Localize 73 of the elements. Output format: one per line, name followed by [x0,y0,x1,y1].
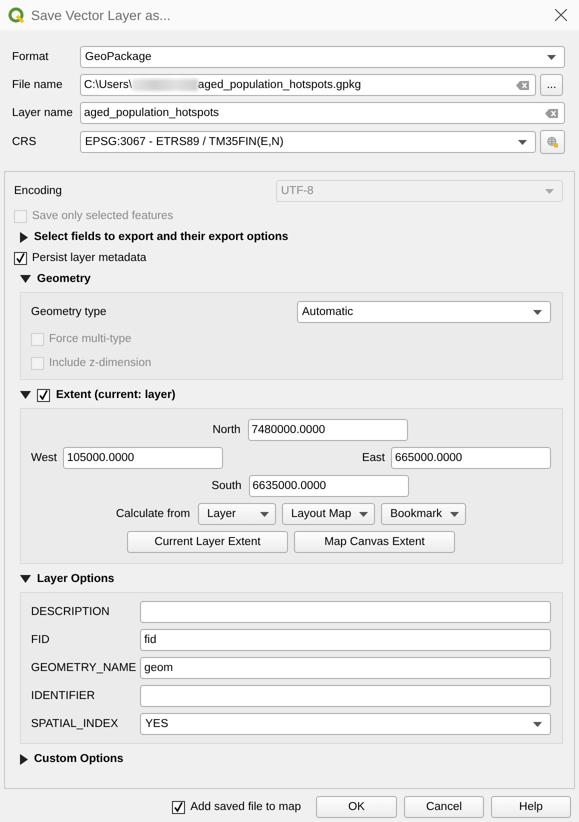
field-label: CRS [12,136,38,148]
section-title[interactable]: Geometry [37,273,91,285]
field-label: FID [31,634,51,646]
app-logo-icon [8,6,25,24]
section-title[interactable]: Select fields to export and their export options [34,231,288,243]
field-label: IDENTIFIER [31,690,96,702]
option-field[interactable]: fid [140,629,551,651]
caret-icon [533,722,542,726]
option-field[interactable] [140,601,551,623]
field-label: North [212,424,241,436]
checkbox[interactable] [14,252,27,264]
field-label: Format [12,51,50,63]
checkbox-label: Save only selected features [32,210,174,222]
caret-icon [450,512,460,516]
caret-icon [545,188,554,194]
checkbox[interactable] [37,388,50,402]
crs-selector-button[interactable] [540,130,565,154]
section-title[interactable]: Extent (current: layer) [56,389,176,401]
checkbox-label: Force multi-type [49,333,132,345]
clear-icon[interactable] [516,80,529,90]
globe-icon [547,134,558,150]
file-name-field[interactable]: C:\Users\ aged_population_hotspots.gpkg [80,74,536,96]
caret-icon [533,310,542,314]
format-dropdown[interactable]: GeoPackage [80,46,565,68]
field-label: West [31,452,57,464]
field-label: Layer name [12,107,74,119]
calculate-from-dropdown[interactable]: Layout Map [282,503,376,525]
expanded-triangle-icon[interactable] [20,575,31,583]
dialog-button[interactable]: Cancel [404,796,484,818]
option-field[interactable]: geom [140,657,551,679]
geometry-type-dropdown[interactable]: Automatic [297,301,551,323]
crs-dropdown[interactable]: EPSG:3067 - ETRS89 / TM35FIN(E,N) [80,131,536,153]
checkbox-label: Include z-dimension [49,357,152,369]
dialog-button[interactable]: Help [491,796,571,818]
field-label: East [362,452,385,464]
checkbox-label: Add saved file to map [190,801,301,813]
option-dropdown[interactable]: YES [140,713,551,735]
south-field[interactable]: 6635000.0000 [248,475,409,497]
caret-icon [359,512,368,516]
field-label: Calculate from [116,508,190,520]
close-icon[interactable] [555,9,567,21]
field-label: SPATIAL_INDEX [31,718,120,730]
checkbox[interactable] [172,800,186,814]
north-field[interactable]: 7480000.0000 [248,419,408,441]
collapsed-triangle-icon[interactable] [20,754,28,764]
calculate-from-dropdown[interactable]: Bookmark [381,503,466,525]
field-label: Geometry type [31,306,108,318]
caret-icon [518,140,527,144]
redacted-text [132,79,198,91]
collapsed-triangle-icon[interactable] [20,232,28,242]
field-label: DESCRIPTION [31,606,111,618]
window-title: Save Vector Layer as... [31,8,172,22]
checkbox-label: Persist layer metadata [32,252,146,264]
caret-icon [260,512,270,516]
dialog-button[interactable]: OK [316,796,397,818]
field-label: GEOMETRY_NAME [31,662,136,674]
west-field[interactable]: 105000.0000 [63,447,223,469]
calculate-from-dropdown[interactable]: Layer [198,503,276,525]
east-field[interactable]: 665000.0000 [391,447,551,469]
extent-button[interactable]: Map Canvas Extent [294,531,455,553]
section-title[interactable]: Layer Options [37,573,114,585]
extent-button[interactable]: Current Layer Extent [127,531,288,553]
expanded-triangle-icon[interactable] [20,391,31,399]
expanded-triangle-icon[interactable] [20,275,31,283]
option-field[interactable] [140,685,551,707]
browse-button[interactable]: ... [540,74,563,96]
field-label: File name [12,79,64,91]
field-label: Encoding [14,185,63,197]
field-label: South [211,480,242,492]
layer-name-field[interactable]: aged_population_hotspots [80,102,565,124]
clear-icon[interactable] [545,108,558,118]
section-title[interactable]: Custom Options [34,753,124,765]
caret-icon [547,54,556,60]
